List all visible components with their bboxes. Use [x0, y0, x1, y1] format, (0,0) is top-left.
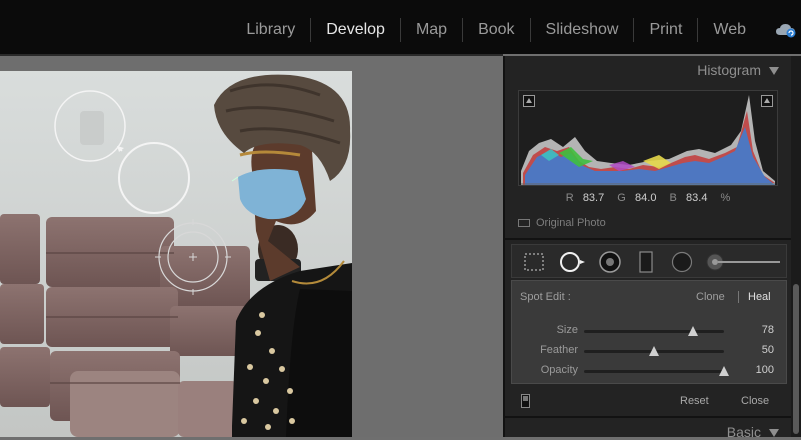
shadow-clipping-toggle[interactable] [523, 95, 535, 107]
radial-filter-icon[interactable] [670, 251, 694, 273]
r-label: R [565, 192, 574, 204]
feather-slider[interactable] [584, 346, 724, 356]
image-canvas[interactable] [0, 56, 503, 437]
g-label: G [617, 192, 626, 204]
collapse-triangle-icon[interactable] [769, 67, 779, 76]
crop-tool-icon[interactable] [522, 251, 546, 273]
module-map[interactable]: Map [401, 18, 464, 42]
r-value: 83.7 [582, 192, 605, 204]
module-list: Library Develop Map Book Slideshow Print… [231, 18, 761, 42]
panel-enable-toggle[interactable] [521, 394, 530, 408]
cloud-sync-icon[interactable] [775, 22, 797, 38]
opacity-slider-row: Opacity 100 [512, 363, 788, 379]
close-button[interactable]: Close [741, 395, 769, 407]
module-picker-bar: Library Develop Map Book Slideshow Print… [0, 0, 801, 54]
photo [0, 71, 352, 437]
opacity-slider[interactable] [584, 366, 729, 376]
collapse-triangle-icon[interactable] [769, 429, 779, 438]
module-web[interactable]: Web [698, 18, 761, 42]
original-photo-indicator: Original Photo [518, 217, 606, 229]
size-slider-knob[interactable] [688, 326, 699, 336]
histogram-title: Histogram [697, 62, 761, 78]
original-photo-label: Original Photo [536, 217, 606, 229]
module-slideshow[interactable]: Slideshow [531, 18, 635, 42]
heal-mode-button[interactable]: Heal [748, 291, 771, 303]
g-value: 84.0 [635, 192, 657, 204]
adjustment-brush-icon[interactable] [704, 251, 782, 273]
photo-icon [518, 219, 530, 227]
right-panel: Histogram R 83.7 G 84.0 B 83.4 % Origina… [503, 56, 793, 440]
panel-divider [505, 238, 793, 240]
opacity-slider-knob[interactable] [719, 366, 729, 376]
module-print[interactable]: Print [634, 18, 699, 42]
rgb-readout: R 83.7 G 84.0 B 83.4 % [505, 192, 791, 204]
size-slider-row: Size 78 [512, 323, 788, 339]
b-label: B [669, 192, 677, 204]
feather-value[interactable]: 50 [762, 344, 774, 356]
module-develop[interactable]: Develop [311, 18, 401, 42]
tool-strip [511, 244, 787, 278]
opacity-value[interactable]: 100 [756, 364, 774, 376]
size-value[interactable]: 78 [762, 324, 774, 336]
basic-header[interactable]: Basic [727, 424, 779, 440]
feather-slider-row: Feather 50 [512, 343, 788, 359]
module-library[interactable]: Library [231, 18, 312, 42]
feather-slider-knob[interactable] [649, 346, 659, 356]
mode-separator [738, 291, 739, 303]
feather-label: Feather [540, 344, 578, 356]
opacity-label: Opacity [540, 364, 578, 376]
size-label: Size [556, 324, 578, 336]
histogram-header[interactable]: Histogram [697, 62, 779, 78]
spot-edit-panel: Spot Edit : Clone Heal Size 78 Feather 5… [511, 280, 787, 384]
size-slider[interactable] [584, 326, 724, 336]
panel-scrollbar[interactable] [791, 56, 801, 437]
highlight-clipping-toggle[interactable] [761, 95, 773, 107]
scrollbar-thumb[interactable] [793, 284, 799, 434]
percent-unit: % [720, 192, 731, 204]
graduated-filter-icon[interactable] [636, 251, 656, 273]
spot-heal-overlay[interactable] [0, 71, 352, 437]
basic-title: Basic [726, 424, 761, 440]
b-value: 83.4 [686, 192, 708, 204]
module-book[interactable]: Book [463, 18, 531, 42]
histogram-display[interactable] [518, 90, 778, 186]
spot-removal-tool-icon[interactable] [558, 251, 588, 273]
histogram-graph [521, 95, 775, 185]
red-eye-tool-icon[interactable] [598, 251, 622, 273]
reset-button[interactable]: Reset [680, 395, 709, 407]
panel-divider-bottom [505, 416, 793, 418]
spot-edit-label: Spot Edit : [520, 291, 571, 303]
clone-mode-button[interactable]: Clone [696, 291, 725, 303]
